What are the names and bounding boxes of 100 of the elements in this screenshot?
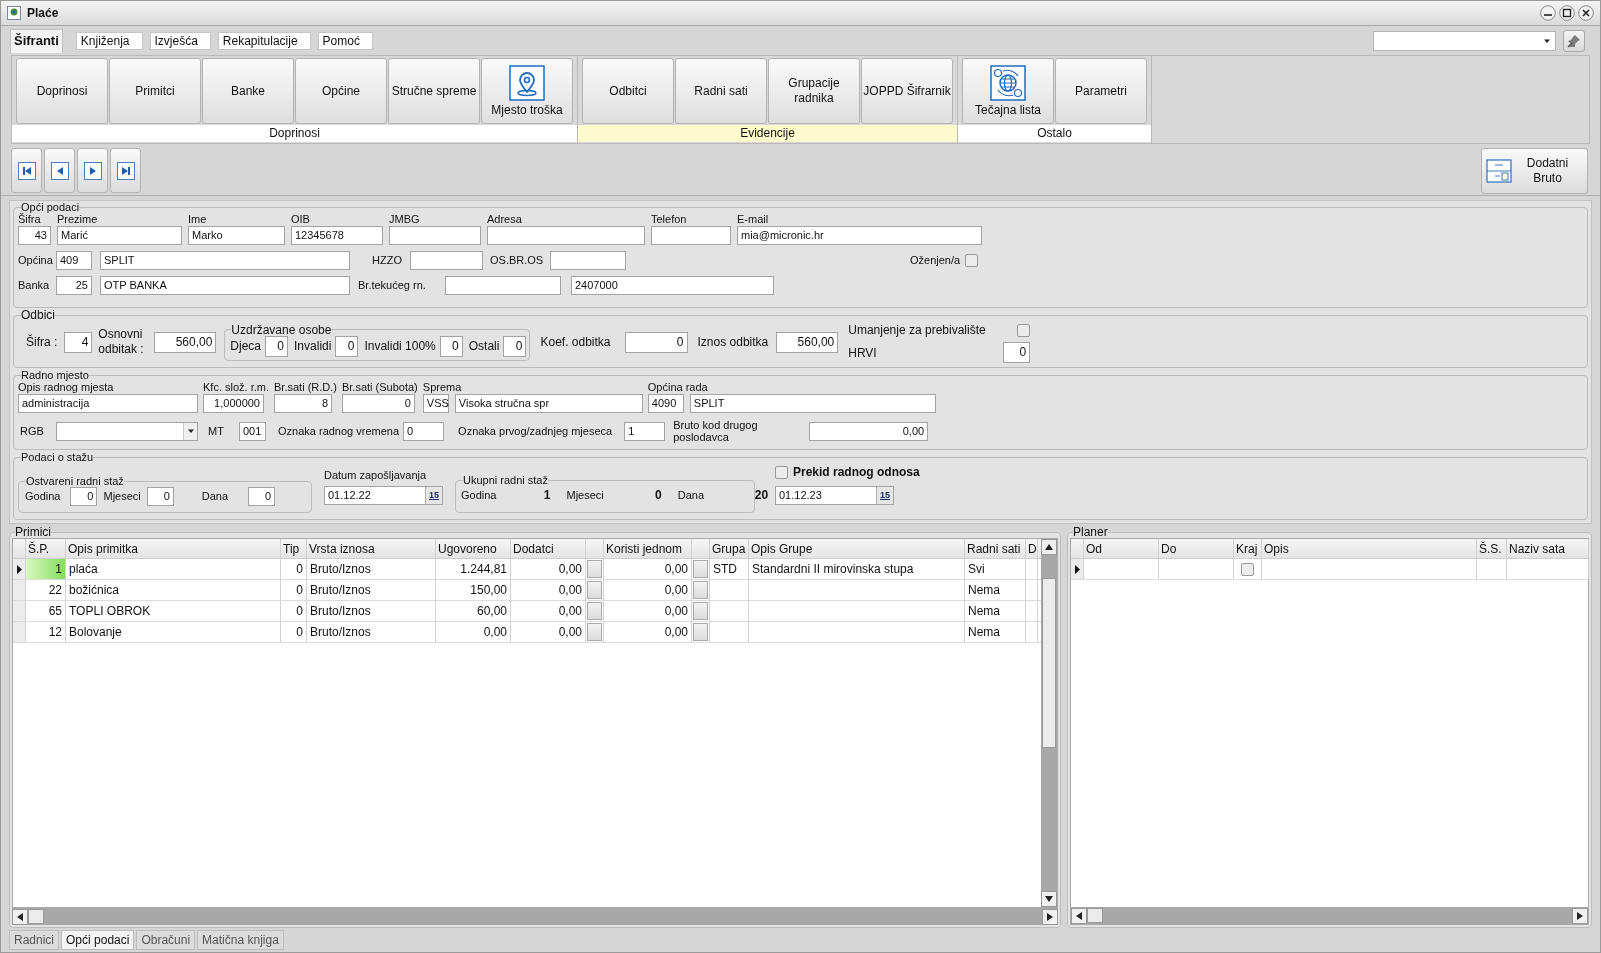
input-field[interactable]: 0: [624, 331, 688, 353]
ribbon-button[interactable]: Stručne spreme: [388, 58, 480, 124]
previous-record-button[interactable]: [44, 148, 75, 193]
ribbon-tab[interactable]: Knjiženja: [75, 32, 143, 50]
input-field[interactable]: 560,00: [154, 331, 217, 353]
ribbon-tab[interactable]: Rekapitulacije: [217, 32, 311, 50]
down-arrow-icon[interactable]: [1045, 896, 1053, 902]
input-field[interactable]: 560,00: [776, 331, 839, 353]
ribbon-button[interactable]: Tečajna lista: [962, 58, 1054, 124]
input-field[interactable]: [445, 276, 561, 295]
last-record-button[interactable]: [110, 148, 141, 193]
input-field[interactable]: administracija: [18, 394, 198, 413]
input-field[interactable]: 0: [146, 487, 174, 506]
left-arrow-icon[interactable]: [17, 912, 23, 921]
input-field[interactable]: Marić: [57, 226, 182, 245]
ribbon-button[interactable]: Banke: [202, 58, 294, 124]
scrollbar-thumb[interactable]: [1042, 578, 1056, 748]
input-field[interactable]: Visoka stručna spr: [454, 394, 643, 413]
ribbon-button[interactable]: Općine: [295, 58, 387, 124]
input-field[interactable]: 2407000: [571, 276, 774, 295]
input-field[interactable]: 43: [18, 226, 51, 245]
input-field[interactable]: [410, 251, 483, 270]
calendar-button[interactable]: 15: [876, 487, 893, 504]
input-field[interactable]: Marko: [188, 226, 285, 245]
cell-button[interactable]: [693, 560, 708, 578]
pin-button[interactable]: [1563, 30, 1585, 52]
cell-button[interactable]: [587, 560, 602, 578]
input-field[interactable]: 4: [64, 331, 93, 353]
bottom-tab[interactable]: Radnici: [9, 930, 60, 950]
date-field[interactable]: 01.12.22 15: [324, 486, 443, 505]
input-field[interactable]: 8: [274, 394, 332, 413]
cell-button[interactable]: [693, 602, 708, 620]
input-field[interactable]: [550, 251, 626, 270]
combo-box[interactable]: [56, 421, 198, 441]
up-arrow-icon[interactable]: [1045, 544, 1053, 550]
scrollbar-thumb[interactable]: [28, 909, 44, 924]
cell-button[interactable]: [587, 581, 602, 599]
right-arrow-icon[interactable]: [1047, 912, 1053, 921]
cell-button[interactable]: [693, 623, 708, 641]
input-field[interactable]: SPLIT: [689, 394, 936, 413]
checkbox[interactable]: [965, 254, 979, 267]
ribbon-tab[interactable]: Pomoć: [317, 32, 373, 50]
checkbox[interactable]: [1241, 562, 1254, 576]
right-arrow-icon[interactable]: [1577, 911, 1583, 920]
input-field[interactable]: VSS: [422, 394, 449, 413]
ribbon-button[interactable]: Doprinosi: [16, 58, 108, 124]
ribbon-button[interactable]: Parametri: [1055, 58, 1147, 124]
ribbon-button[interactable]: Primitci: [109, 58, 201, 124]
input-field[interactable]: 0: [341, 394, 415, 413]
input-field[interactable]: 0: [403, 421, 445, 441]
extra-gross-button[interactable]: Dodatni Bruto: [1481, 147, 1588, 194]
input-field[interactable]: 0: [248, 487, 276, 506]
input-field[interactable]: 001: [239, 421, 266, 441]
combo-box[interactable]: [1373, 31, 1556, 51]
input-field[interactable]: 0: [70, 487, 98, 506]
input-field[interactable]: 1: [624, 421, 666, 441]
input-field[interactable]: 12345678: [291, 226, 383, 245]
calendar-button[interactable]: 15: [425, 487, 442, 504]
minimize-button[interactable]: [1540, 5, 1556, 21]
bottom-tab[interactable]: Opći podaci: [61, 930, 135, 950]
date-field[interactable]: 01.12.23 15: [775, 486, 894, 505]
input-field[interactable]: 1,000000: [203, 394, 264, 413]
checkbox[interactable]: [775, 465, 788, 479]
input-field[interactable]: SPLIT: [100, 251, 350, 270]
cell-button[interactable]: [693, 581, 708, 599]
bottom-tab[interactable]: Matična knjiga: [197, 930, 284, 950]
vertical-scrollbar[interactable]: [1041, 539, 1057, 907]
input-field[interactable]: 0: [439, 335, 463, 357]
input-field[interactable]: [487, 226, 645, 245]
ribbon-button[interactable]: JOPPD Šifrarnik: [861, 58, 953, 124]
checkbox[interactable]: [1017, 323, 1031, 337]
input-field[interactable]: OTP BANKA: [100, 276, 350, 295]
ribbon-tab[interactable]: Šifranti: [10, 29, 63, 53]
ribbon-button[interactable]: Grupacije radnika: [768, 58, 860, 124]
input-field[interactable]: mia@micronic.hr: [737, 226, 982, 245]
input-field[interactable]: 4090: [647, 394, 684, 413]
input-field[interactable]: 0: [335, 335, 359, 357]
left-arrow-icon[interactable]: [1076, 911, 1082, 920]
input-field[interactable]: 0,00: [809, 421, 929, 441]
ribbon-tab[interactable]: Izvješća: [149, 32, 211, 50]
horizontal-scrollbar[interactable]: [1071, 907, 1588, 924]
input-field[interactable]: 0: [265, 335, 289, 357]
bottom-tab[interactable]: Obračuni: [136, 930, 196, 950]
maximize-button[interactable]: [1559, 5, 1575, 21]
cell-button[interactable]: [587, 623, 602, 641]
input-field[interactable]: 409: [56, 251, 92, 270]
input-field[interactable]: [389, 226, 481, 245]
ribbon-button[interactable]: Mjesto troška: [481, 58, 573, 124]
next-record-button[interactable]: [77, 148, 108, 193]
horizontal-scrollbar[interactable]: [12, 908, 1058, 925]
input-field[interactable]: [651, 226, 731, 245]
first-record-button[interactable]: [11, 148, 42, 193]
ribbon-button[interactable]: Radni sati: [675, 58, 767, 124]
cell-button[interactable]: [587, 602, 602, 620]
close-button[interactable]: [1578, 5, 1594, 21]
ribbon-button[interactable]: Odbitci: [582, 58, 674, 124]
input-field[interactable]: 0: [1003, 342, 1031, 363]
input-field[interactable]: 0: [503, 335, 527, 357]
scrollbar-thumb[interactable]: [1087, 908, 1103, 923]
input-field[interactable]: 25: [56, 276, 92, 295]
